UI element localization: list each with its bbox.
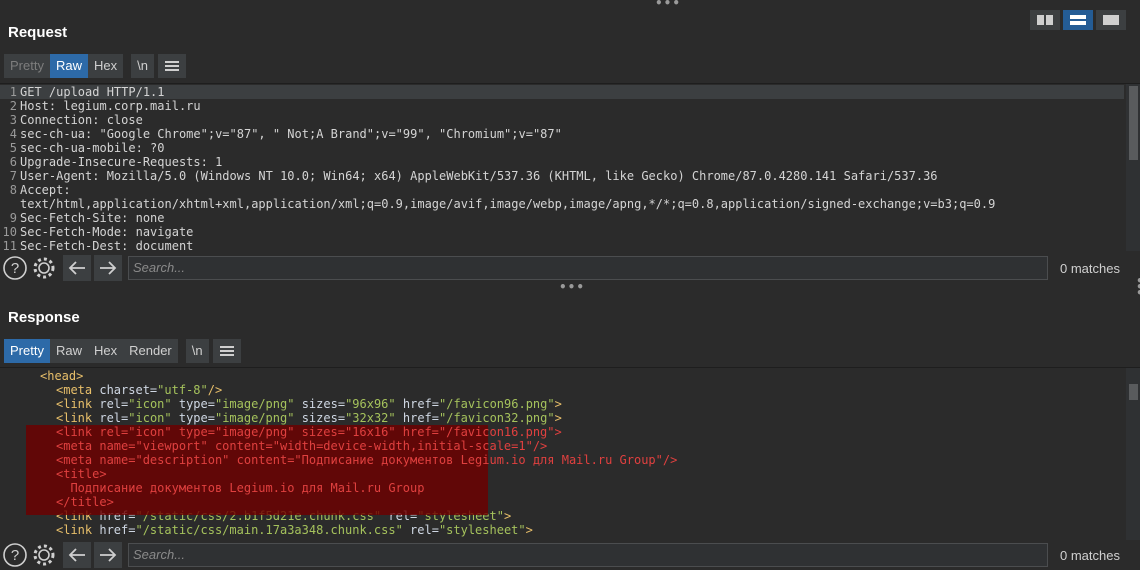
response-tab-raw[interactable]: Raw <box>49 339 88 363</box>
request-tab-hex[interactable]: Hex <box>87 54 124 78</box>
code-line: 8 Accept: <box>9 183 71 197</box>
response-scrollbar[interactable] <box>1126 368 1140 540</box>
highlighted-viewport: <meta name="viewport" content="width=dev… <box>56 439 548 453</box>
help-icon: ? <box>3 543 27 567</box>
tabbed-layout-button[interactable] <box>1096 10 1126 30</box>
code-line: <link href="/static/css/main.17a3a348.ch… <box>56 523 533 537</box>
help-icon: ? <box>3 256 27 280</box>
response-help-button[interactable]: ? <box>1 542 29 568</box>
highlighted-title-close: </title> <box>56 495 114 509</box>
code-line: 1 GET /upload HTTP/1.1 <box>0 85 1124 99</box>
highlighted-title-open: <title> <box>56 467 107 481</box>
code-line: 9 Sec-Fetch-Site: none <box>9 211 165 225</box>
arrow-right-icon <box>100 261 117 275</box>
code-line: <link rel="icon" type="image/png" sizes=… <box>56 397 562 411</box>
stacked-layout-button[interactable] <box>1063 10 1093 30</box>
request-editor[interactable]: 1 GET /upload HTTP/1.1 2 Host: legium.corp… <box>0 83 1140 251</box>
request-forward-button[interactable] <box>94 255 122 281</box>
request-panel-title: Request <box>8 24 68 41</box>
columns-icon <box>1037 15 1053 25</box>
code-line: <meta charset="utf-8"/> <box>56 383 223 397</box>
request-search-input[interactable]: Search... <box>128 256 1048 280</box>
request-help-button[interactable]: ? <box>1 255 29 281</box>
layout-toggle-group <box>1030 10 1126 30</box>
request-scroll-thumb[interactable] <box>1129 86 1138 160</box>
request-match-count: 0 matches <box>1060 261 1120 276</box>
request-search-bar: ? Search... 0 matches <box>0 253 1140 283</box>
gear-icon <box>33 544 55 566</box>
hamburger-icon <box>164 61 179 71</box>
response-forward-button[interactable] <box>94 542 122 568</box>
request-view-tabs: Pretty Raw Hex \n <box>4 54 186 78</box>
code-line: <link rel="icon" type="image/png" sizes=… <box>56 411 562 425</box>
svg-text:?: ? <box>11 547 19 564</box>
response-panel-title: Response <box>8 309 80 326</box>
highlighted-title-text: Подписание документов Legium.io для Mail… <box>56 481 425 495</box>
request-back-button[interactable] <box>63 255 91 281</box>
response-tab-hex[interactable]: Hex <box>87 339 124 363</box>
response-view-tabs: Pretty Raw Hex Render \n <box>4 339 241 363</box>
gear-icon <box>33 257 55 279</box>
hamburger-icon <box>219 346 234 356</box>
request-scrollbar[interactable] <box>1126 84 1140 251</box>
side-resize-handle[interactable]: ••• <box>1136 275 1140 299</box>
side-by-side-layout-button[interactable] <box>1030 10 1060 30</box>
response-settings-button[interactable] <box>30 542 58 568</box>
svg-text:?: ? <box>11 260 19 277</box>
code-line: 11 Sec-Fetch-Dest: document <box>2 239 194 251</box>
request-tab-pretty[interactable]: Pretty <box>4 54 50 78</box>
response-newline-toggle[interactable]: \n <box>185 339 209 363</box>
request-code: 1 GET /upload HTTP/1.1 2 Host: legium.corp… <box>0 85 1124 251</box>
arrow-right-icon <box>100 548 117 562</box>
rows-icon <box>1070 15 1086 25</box>
code-line: 3 Connection: close <box>9 113 143 127</box>
response-menu-button[interactable] <box>212 339 241 363</box>
request-settings-button[interactable] <box>30 255 58 281</box>
code-line: <head> <box>40 369 84 383</box>
request-menu-button[interactable] <box>157 54 186 78</box>
code-line: 6 Upgrade-Insecure-Requests: 1 <box>9 155 223 169</box>
code-line: 5 sec-ch-ua-mobile: ?0 <box>9 141 165 155</box>
single-pane-icon <box>1103 15 1119 25</box>
response-search-input[interactable]: Search... <box>128 543 1048 567</box>
response-tab-render[interactable]: Render <box>123 339 178 363</box>
code-line: 10 Sec-Fetch-Mode: navigate <box>2 225 194 239</box>
panel-resize-handle[interactable]: ••• <box>559 281 585 293</box>
response-scroll-thumb[interactable] <box>1129 384 1138 400</box>
response-back-button[interactable] <box>63 542 91 568</box>
arrow-left-icon <box>68 261 85 275</box>
code-line: 7 User-Agent: Mozilla/5.0 (Windows NT 10.… <box>9 169 938 183</box>
code-line: text/html,application/xhtml+xml,applicat… <box>20 197 996 211</box>
top-drag-handle[interactable]: ••• <box>655 0 681 9</box>
highlighted-link16: <link rel="icon" type="image/png" sizes=… <box>56 425 562 439</box>
code-line: 2 Host: legium.corp.mail.ru <box>9 99 201 113</box>
response-match-count: 0 matches <box>1060 548 1120 563</box>
request-newline-toggle[interactable]: \n <box>131 54 154 78</box>
highlighted-description: <meta name="description" content="Подпис… <box>56 453 678 467</box>
code-line: 4 sec-ch-ua: "Google Chrome";v="87", " No… <box>9 127 562 141</box>
arrow-left-icon <box>68 548 85 562</box>
request-tab-raw[interactable]: Raw <box>49 54 88 78</box>
response-search-bar: ? Search... 0 matches <box>0 540 1140 570</box>
response-tab-pretty[interactable]: Pretty <box>4 339 50 363</box>
